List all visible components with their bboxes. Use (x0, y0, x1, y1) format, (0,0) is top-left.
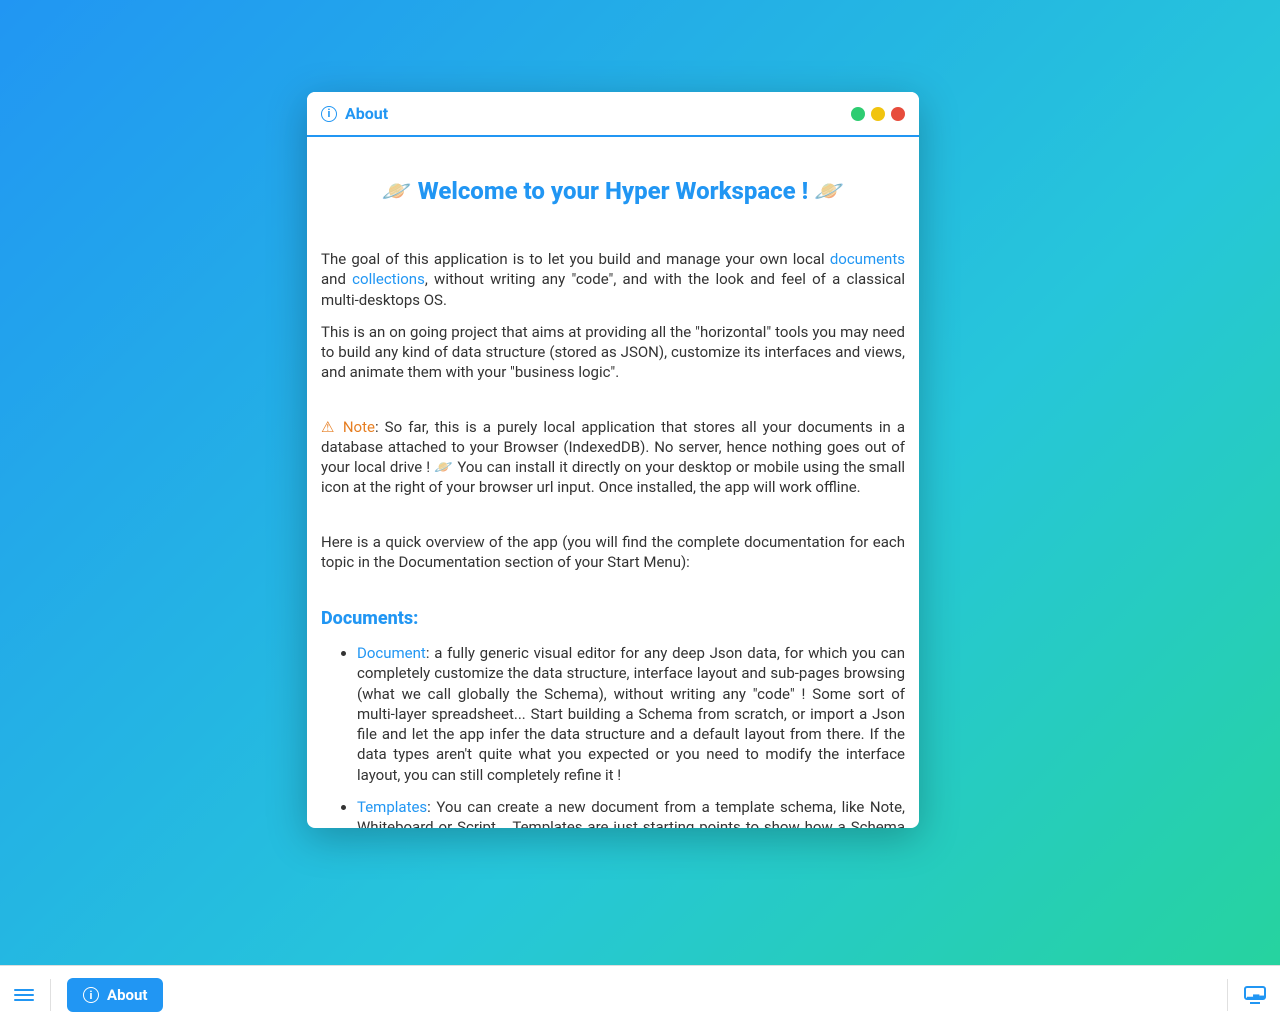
taskbar-divider (1227, 979, 1228, 1011)
system-monitor-icon[interactable]: ▁▃▂ (1244, 986, 1266, 1004)
note-paragraph: ⚠ Note: So far, this is a purely local a… (321, 417, 905, 498)
menu-icon[interactable] (14, 989, 34, 1001)
list-item: Templates: You can create a new document… (357, 797, 905, 828)
taskbar-divider (50, 979, 51, 1011)
taskbar-tab-about[interactable]: About (67, 978, 163, 1012)
taskbar-tab-label: About (107, 986, 147, 1004)
page-title-text: Welcome to your Hyper Workspace ! (418, 177, 809, 205)
warning-icon: ⚠ (321, 418, 337, 436)
maximize-icon[interactable] (851, 107, 865, 121)
taskbar-right: ▁▃▂ (1244, 986, 1266, 1004)
documents-list: Document: a fully generic visual editor … (321, 643, 905, 828)
title-suffix-icon: 🪐 (814, 177, 844, 205)
collections-link[interactable]: collections (352, 270, 425, 288)
intro-paragraph-2: This is an on going project that aims at… (321, 322, 905, 383)
close-icon[interactable] (891, 107, 905, 121)
info-icon (321, 106, 337, 122)
content-scroll[interactable]: 🪐 Welcome to your Hyper Workspace ! 🪐 Th… (321, 137, 905, 828)
title-prefix-icon: 🪐 (382, 177, 412, 205)
list-item: Document: a fully generic visual editor … (357, 643, 905, 785)
window-title: About (345, 104, 388, 123)
intro-paragraph-1: The goal of this application is to let y… (321, 249, 905, 310)
note-label: Note (343, 418, 375, 436)
window-title-group: About (321, 104, 388, 123)
taskbar: About ▁▃▂ (0, 965, 1280, 1024)
documents-section-title: Documents: (321, 608, 905, 629)
document-link[interactable]: Document (357, 644, 426, 662)
window-controls (851, 107, 905, 121)
overview-paragraph: Here is a quick overview of the app (you… (321, 532, 905, 573)
page-title: 🪐 Welcome to your Hyper Workspace ! 🪐 (321, 177, 905, 205)
window-header: About (307, 92, 919, 137)
window-body: 🪐 Welcome to your Hyper Workspace ! 🪐 Th… (307, 137, 919, 828)
templates-link[interactable]: Templates (357, 798, 427, 816)
minimize-icon[interactable] (871, 107, 885, 121)
documents-link[interactable]: documents (830, 250, 905, 268)
info-icon (83, 987, 99, 1003)
about-window: About 🪐 Welcome to your Hyper Workspace … (307, 92, 919, 828)
